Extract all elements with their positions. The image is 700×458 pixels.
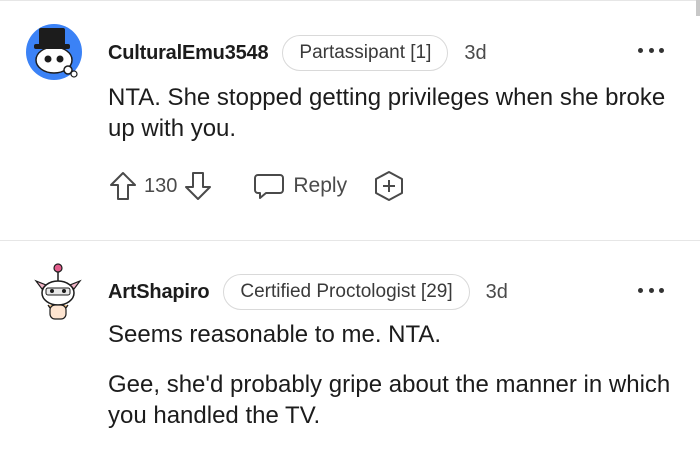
comment-1: CulturalEmu3548 Partassipant [1] 3d NTA.… bbox=[0, 0, 700, 240]
comment-paragraph: NTA. She stopped getting privileges when… bbox=[108, 84, 666, 142]
downvote-arrow-icon[interactable] bbox=[183, 170, 213, 202]
comment-actions: 130 Reply bbox=[108, 168, 405, 204]
comment-body: NTA. She stopped getting privileges when… bbox=[108, 82, 678, 144]
user-flair: Partassipant [1] bbox=[282, 35, 449, 71]
user-avatar[interactable] bbox=[24, 22, 84, 82]
user-avatar[interactable] bbox=[32, 259, 92, 320]
award-button[interactable] bbox=[373, 170, 405, 202]
reply-label: Reply bbox=[293, 174, 348, 197]
snoo-avatar-antenna-icon bbox=[34, 263, 82, 320]
vote-group: 130 bbox=[108, 170, 213, 202]
comment-paragraph: Gee, she'd probably gripe about the mann… bbox=[108, 371, 671, 429]
award-plus-icon bbox=[375, 171, 404, 201]
username[interactable]: CulturalEmu3548 bbox=[108, 42, 269, 65]
user-flair: Certified Proctologist [29] bbox=[223, 274, 470, 310]
upvote-arrow-icon[interactable] bbox=[108, 170, 138, 202]
comment-age: 3d bbox=[485, 280, 508, 303]
more-options-icon[interactable] bbox=[638, 286, 664, 294]
username[interactable]: ArtShapiro bbox=[108, 281, 210, 304]
snoo-avatar-top-hat-icon bbox=[26, 24, 82, 80]
vote-score: 130 bbox=[144, 174, 178, 197]
reply-button[interactable]: Reply bbox=[253, 171, 347, 201]
more-options-icon[interactable] bbox=[638, 46, 664, 54]
speech-bubble-icon bbox=[254, 174, 285, 199]
comment-2: ArtShapiro Certified Proctologist [29] 3… bbox=[0, 241, 700, 458]
comment-paragraph: Seems reasonable to me. NTA. bbox=[108, 321, 442, 348]
comment-meta: CulturalEmu3548 Partassipant [1] 3d bbox=[108, 35, 487, 71]
comment-meta: ArtShapiro Certified Proctologist [29] 3… bbox=[108, 274, 508, 310]
comment-body: Seems reasonable to me. NTA. Gee, she'd … bbox=[108, 319, 678, 431]
comment-age: 3d bbox=[464, 41, 487, 64]
